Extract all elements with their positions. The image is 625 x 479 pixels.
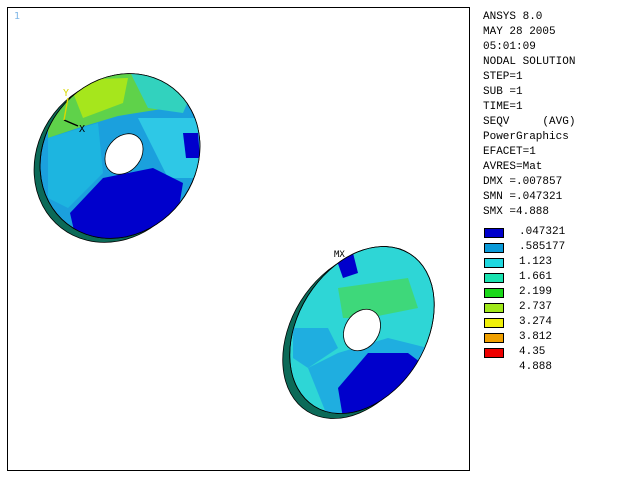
legend-swatch — [484, 303, 504, 313]
info-line: AVRES=Mat — [483, 161, 543, 173]
legend-row: 2.737 — [483, 300, 623, 315]
legend-row: 1.123 — [483, 255, 623, 270]
legend-swatch — [484, 288, 504, 298]
info-line: DMX =.007857 — [483, 176, 563, 188]
contour-legend: .047321 .585177 1.123 1.661 2.199 2.737 3.274 3… — [483, 225, 623, 375]
washer-upper-left: Y X — [33, 68, 208, 248]
legend-row: 4.35 — [483, 345, 623, 360]
legend-row: 4.888 — [483, 360, 623, 375]
legend-row: 2.199 — [483, 285, 623, 300]
info-line: NODAL SOLUTION — [483, 56, 576, 68]
legend-swatch — [484, 333, 504, 343]
mx-marker: MX — [334, 250, 345, 260]
legend-swatch — [484, 258, 504, 268]
washer-lower-right: MX — [282, 246, 435, 419]
info-line: 05:01:09 — [483, 41, 536, 53]
info-line: SMN =.047321 — [483, 191, 563, 203]
legend-value: .585177 — [519, 241, 566, 253]
legend-swatch — [484, 243, 504, 253]
legend-value: 1.661 — [519, 271, 553, 283]
legend-value: 1.123 — [519, 256, 553, 268]
model-render[interactable]: Y X MX — [8, 8, 471, 472]
info-line: ANSYS 8.0 — [483, 11, 543, 23]
legend-swatch — [484, 228, 504, 238]
legend-value: 4.35 — [519, 346, 546, 358]
info-line: SEQV (AVG) — [483, 116, 576, 128]
legend-row: 1.661 — [483, 270, 623, 285]
legend-swatch — [484, 348, 504, 358]
info-line: SMX =4.888 — [483, 206, 550, 218]
legend-row: 3.812 — [483, 330, 623, 345]
axis-y-label: Y — [63, 88, 69, 99]
legend-swatch — [484, 318, 504, 328]
legend-row: .585177 — [483, 240, 623, 255]
info-line: EFACET=1 — [483, 146, 536, 158]
info-line: SUB =1 — [483, 86, 523, 98]
legend-value: 3.812 — [519, 331, 553, 343]
info-line: PowerGraphics — [483, 131, 569, 143]
legend-value: 2.199 — [519, 286, 553, 298]
legend-row: .047321 — [483, 225, 623, 240]
info-line: STEP=1 — [483, 71, 523, 83]
info-line: MAY 28 2005 — [483, 26, 556, 38]
axis-x-label: X — [79, 124, 85, 135]
info-line: TIME=1 — [483, 101, 523, 113]
legend-value: 2.737 — [519, 301, 553, 313]
legend-row: 3.274 — [483, 315, 623, 330]
graphics-viewport[interactable]: 1 Y X MX — [7, 7, 470, 471]
legend-swatch — [484, 273, 504, 283]
legend-value: 4.888 — [519, 361, 553, 373]
legend-value: 3.274 — [519, 316, 553, 328]
info-panel: ANSYS 8.0 MAY 28 2005 05:01:09 NODAL SOLUTI… — [483, 10, 623, 220]
legend-value: .047321 — [519, 226, 566, 238]
